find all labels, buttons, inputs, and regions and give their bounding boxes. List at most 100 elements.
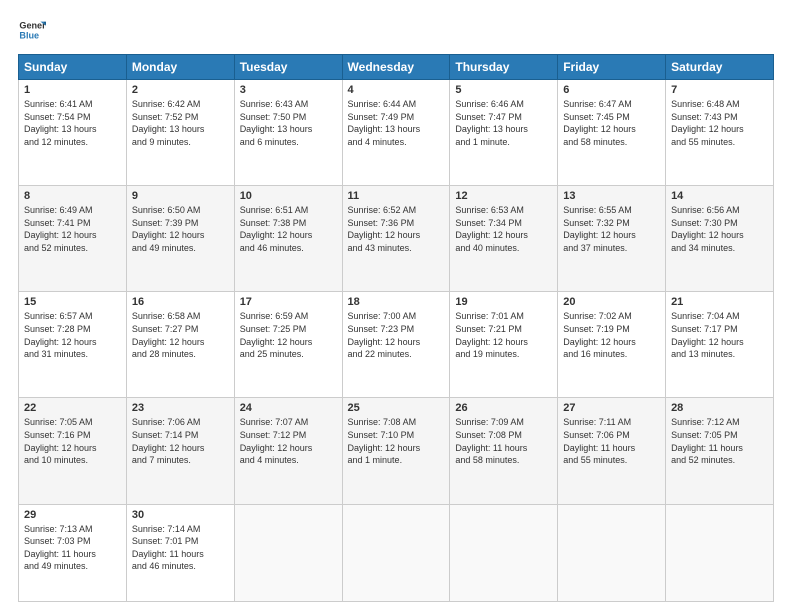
day-info: Sunrise: 7:06 AM Sunset: 7:14 PM Dayligh…: [132, 416, 229, 466]
day-number: 9: [132, 190, 229, 202]
calendar-week-row: 15Sunrise: 6:57 AM Sunset: 7:28 PM Dayli…: [19, 292, 774, 398]
svg-text:Blue: Blue: [19, 30, 39, 40]
calendar-cell: 11 Sunrise: 6:52 AM Sunset: 7:36 PM Dayli…: [342, 186, 450, 292]
calendar-cell: 24Sunrise: 7:07 AM Sunset: 7:12 PM Dayli…: [234, 398, 342, 504]
calendar-cell: 1 Sunrise: 6:41 AM Sunset: 7:54 PM Daylig…: [19, 80, 127, 186]
calendar-cell: 13 Sunrise: 6:55 AM Sunset: 7:32 PM Dayli…: [558, 186, 666, 292]
day-info: Sunrise: 7:08 AM Sunset: 7:10 PM Dayligh…: [348, 416, 445, 466]
day-info: Sunrise: 6:41 AM Sunset: 7:54 PM Dayligh…: [24, 98, 121, 148]
calendar-cell: [450, 504, 558, 601]
day-number: 19: [455, 296, 552, 308]
day-number: 3: [240, 84, 337, 96]
calendar-cell: 2 Sunrise: 6:42 AM Sunset: 7:52 PM Daylig…: [126, 80, 234, 186]
calendar-cell: 25 Sunrise: 7:08 AM Sunset: 7:10 PM Dayli…: [342, 398, 450, 504]
calendar-cell: 3Sunrise: 6:43 AM Sunset: 7:50 PM Daylig…: [234, 80, 342, 186]
calendar-cell: 30 Sunrise: 7:14 AM Sunset: 7:01 PM Dayli…: [126, 504, 234, 601]
day-number: 14: [671, 190, 768, 202]
day-info: Sunrise: 6:55 AM Sunset: 7:32 PM Dayligh…: [563, 204, 660, 254]
calendar-cell: 23 Sunrise: 7:06 AM Sunset: 7:14 PM Dayli…: [126, 398, 234, 504]
calendar-dow-sunday: Sunday: [19, 55, 127, 80]
calendar-header-row: SundayMondayTuesdayWednesdayThursdayFrid…: [19, 55, 774, 80]
calendar-dow-wednesday: Wednesday: [342, 55, 450, 80]
day-info: Sunrise: 6:44 AM Sunset: 7:49 PM Dayligh…: [348, 98, 445, 148]
calendar-dow-thursday: Thursday: [450, 55, 558, 80]
calendar-cell: 16Sunrise: 6:58 AM Sunset: 7:27 PM Dayli…: [126, 292, 234, 398]
day-info: Sunrise: 7:02 AM Sunset: 7:19 PM Dayligh…: [563, 310, 660, 360]
day-number: 29: [24, 509, 121, 521]
day-number: 17: [240, 296, 337, 308]
calendar-cell: [234, 504, 342, 601]
calendar-cell: 8 Sunrise: 6:49 AM Sunset: 7:41 PM Daylig…: [19, 186, 127, 292]
day-info: Sunrise: 7:14 AM Sunset: 7:01 PM Dayligh…: [132, 523, 229, 573]
calendar-cell: 28Sunrise: 7:12 AM Sunset: 7:05 PM Dayli…: [666, 398, 774, 504]
calendar-cell: [666, 504, 774, 601]
day-number: 23: [132, 402, 229, 414]
calendar-cell: [342, 504, 450, 601]
calendar-week-row: 8 Sunrise: 6:49 AM Sunset: 7:41 PM Daylig…: [19, 186, 774, 292]
calendar-cell: 7 Sunrise: 6:48 AM Sunset: 7:43 PM Daylig…: [666, 80, 774, 186]
day-info: Sunrise: 6:52 AM Sunset: 7:36 PM Dayligh…: [348, 204, 445, 254]
calendar-cell: 12Sunrise: 6:53 AM Sunset: 7:34 PM Dayli…: [450, 186, 558, 292]
calendar-dow-friday: Friday: [558, 55, 666, 80]
day-number: 24: [240, 402, 337, 414]
header: General Blue: [18, 16, 774, 44]
day-number: 22: [24, 402, 121, 414]
calendar-table: SundayMondayTuesdayWednesdayThursdayFrid…: [18, 54, 774, 602]
day-info: Sunrise: 6:47 AM Sunset: 7:45 PM Dayligh…: [563, 98, 660, 148]
calendar-cell: 27Sunrise: 7:11 AM Sunset: 7:06 PM Dayli…: [558, 398, 666, 504]
day-number: 18: [348, 296, 445, 308]
day-info: Sunrise: 6:56 AM Sunset: 7:30 PM Dayligh…: [671, 204, 768, 254]
calendar-dow-tuesday: Tuesday: [234, 55, 342, 80]
day-info: Sunrise: 6:42 AM Sunset: 7:52 PM Dayligh…: [132, 98, 229, 148]
calendar-dow-monday: Monday: [126, 55, 234, 80]
day-number: 8: [24, 190, 121, 202]
logo-icon: General Blue: [18, 16, 46, 44]
calendar-cell: 5 Sunrise: 6:46 AM Sunset: 7:47 PM Daylig…: [450, 80, 558, 186]
calendar-dow-saturday: Saturday: [666, 55, 774, 80]
day-number: 25: [348, 402, 445, 414]
calendar-cell: 14 Sunrise: 6:56 AM Sunset: 7:30 PM Dayli…: [666, 186, 774, 292]
calendar-cell: [558, 504, 666, 601]
calendar-week-row: 22 Sunrise: 7:05 AM Sunset: 7:16 PM Dayli…: [19, 398, 774, 504]
calendar-cell: 17 Sunrise: 6:59 AM Sunset: 7:25 PM Dayli…: [234, 292, 342, 398]
day-info: Sunrise: 6:50 AM Sunset: 7:39 PM Dayligh…: [132, 204, 229, 254]
calendar-cell: 4Sunrise: 6:44 AM Sunset: 7:49 PM Daylig…: [342, 80, 450, 186]
day-info: Sunrise: 7:01 AM Sunset: 7:21 PM Dayligh…: [455, 310, 552, 360]
day-info: Sunrise: 7:05 AM Sunset: 7:16 PM Dayligh…: [24, 416, 121, 466]
day-info: Sunrise: 7:13 AM Sunset: 7:03 PM Dayligh…: [24, 523, 121, 573]
day-number: 16: [132, 296, 229, 308]
day-number: 1: [24, 84, 121, 96]
day-number: 13: [563, 190, 660, 202]
day-info: Sunrise: 7:11 AM Sunset: 7:06 PM Dayligh…: [563, 416, 660, 466]
day-number: 21: [671, 296, 768, 308]
day-info: Sunrise: 6:48 AM Sunset: 7:43 PM Dayligh…: [671, 98, 768, 148]
calendar-cell: 20 Sunrise: 7:02 AM Sunset: 7:19 PM Dayli…: [558, 292, 666, 398]
day-number: 28: [671, 402, 768, 414]
calendar-cell: 18Sunrise: 7:00 AM Sunset: 7:23 PM Dayli…: [342, 292, 450, 398]
day-number: 11: [348, 190, 445, 202]
day-info: Sunrise: 7:04 AM Sunset: 7:17 PM Dayligh…: [671, 310, 768, 360]
day-info: Sunrise: 6:53 AM Sunset: 7:34 PM Dayligh…: [455, 204, 552, 254]
day-number: 5: [455, 84, 552, 96]
calendar-cell: 10Sunrise: 6:51 AM Sunset: 7:38 PM Dayli…: [234, 186, 342, 292]
calendar-week-row: 29 Sunrise: 7:13 AM Sunset: 7:03 PM Dayli…: [19, 504, 774, 601]
day-number: 20: [563, 296, 660, 308]
day-info: Sunrise: 6:51 AM Sunset: 7:38 PM Dayligh…: [240, 204, 337, 254]
calendar-cell: 21 Sunrise: 7:04 AM Sunset: 7:17 PM Dayli…: [666, 292, 774, 398]
day-number: 26: [455, 402, 552, 414]
calendar-cell: 9 Sunrise: 6:50 AM Sunset: 7:39 PM Daylig…: [126, 186, 234, 292]
calendar-cell: 6 Sunrise: 6:47 AM Sunset: 7:45 PM Daylig…: [558, 80, 666, 186]
calendar-cell: 22 Sunrise: 7:05 AM Sunset: 7:16 PM Dayli…: [19, 398, 127, 504]
calendar-cell: 15Sunrise: 6:57 AM Sunset: 7:28 PM Dayli…: [19, 292, 127, 398]
day-number: 7: [671, 84, 768, 96]
day-info: Sunrise: 6:59 AM Sunset: 7:25 PM Dayligh…: [240, 310, 337, 360]
calendar-week-row: 1 Sunrise: 6:41 AM Sunset: 7:54 PM Daylig…: [19, 80, 774, 186]
day-info: Sunrise: 6:49 AM Sunset: 7:41 PM Dayligh…: [24, 204, 121, 254]
calendar-cell: 19 Sunrise: 7:01 AM Sunset: 7:21 PM Dayli…: [450, 292, 558, 398]
calendar-cell: 26Sunrise: 7:09 AM Sunset: 7:08 PM Dayli…: [450, 398, 558, 504]
day-number: 6: [563, 84, 660, 96]
day-number: 2: [132, 84, 229, 96]
day-number: 30: [132, 509, 229, 521]
calendar-cell: 29 Sunrise: 7:13 AM Sunset: 7:03 PM Dayli…: [19, 504, 127, 601]
day-info: Sunrise: 6:46 AM Sunset: 7:47 PM Dayligh…: [455, 98, 552, 148]
